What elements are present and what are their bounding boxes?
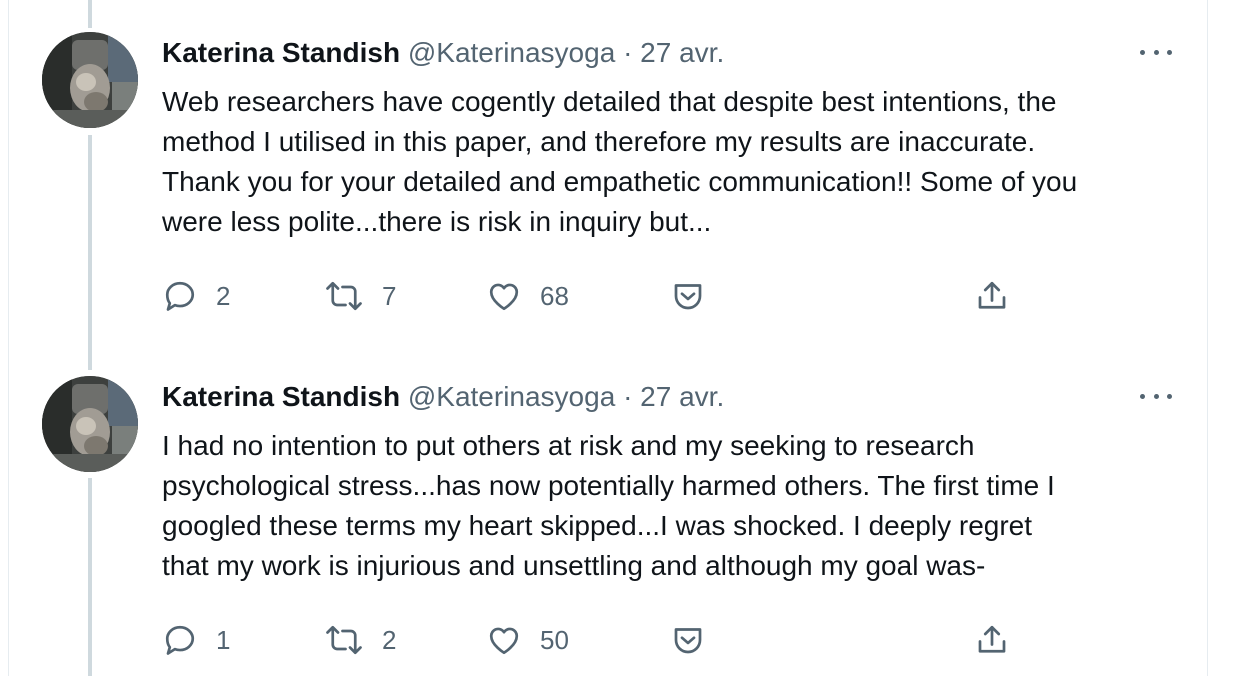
tweet-date[interactable]: 27 avr. xyxy=(640,381,724,412)
retweet-icon xyxy=(326,625,362,655)
reply-count: 2 xyxy=(216,280,231,311)
tweet-text: Web researchers have cogently detailed t… xyxy=(162,82,1192,242)
header-separator: · xyxy=(623,37,633,68)
more-icon[interactable] xyxy=(1140,40,1172,64)
more-icon[interactable] xyxy=(1140,384,1172,408)
tweet-text: I had no intention to put others at risk… xyxy=(162,426,1192,586)
tweet-text-line: method I utilised in this paper, and the… xyxy=(162,126,1036,157)
avatar[interactable] xyxy=(42,32,138,128)
tweet-header: Katerina Standish @Katerinasyoga · 27 av… xyxy=(162,380,724,414)
tweet-actions: 2 7 68 xyxy=(0,278,1236,318)
reply-icon xyxy=(165,281,195,311)
like-count: 50 xyxy=(540,624,569,655)
retweet-count: 2 xyxy=(382,624,397,655)
retweet-icon xyxy=(326,281,362,311)
share-button[interactable] xyxy=(974,278,1010,314)
reply-count: 1 xyxy=(216,624,231,655)
like-count: 68 xyxy=(540,280,569,311)
share-icon xyxy=(978,625,1006,653)
tweet[interactable]: Katerina Standish @Katerinasyoga · 27 av… xyxy=(0,344,1236,688)
reply-button[interactable]: 2 xyxy=(162,278,230,314)
tweet-header: Katerina Standish @Katerinasyoga · 27 av… xyxy=(162,36,724,70)
tip-button[interactable] xyxy=(670,278,706,314)
heart-icon xyxy=(489,627,519,655)
tweet[interactable]: Katerina Standish @Katerinasyoga · 27 av… xyxy=(0,0,1236,344)
tweet-text-line: Thank you for your detailed and empathet… xyxy=(162,166,1078,197)
tweet-text-line: googled these terms my heart skipped...I… xyxy=(162,510,1033,541)
tweet-text-line: were less polite...there is risk in inqu… xyxy=(162,206,712,237)
author-name[interactable]: Katerina Standish xyxy=(162,37,400,68)
tweet-text-line: psychological stress...has now potential… xyxy=(162,470,1055,501)
tip-button[interactable] xyxy=(670,622,706,658)
tweet-text-line: Web researchers have cogently detailed t… xyxy=(162,86,1057,117)
retweet-count: 7 xyxy=(382,280,397,311)
header-separator: · xyxy=(623,381,633,412)
like-button[interactable]: 68 xyxy=(486,278,569,314)
share-button[interactable] xyxy=(974,622,1010,658)
tip-icon xyxy=(674,284,702,310)
retweet-button[interactable]: 7 xyxy=(324,278,396,314)
tip-icon xyxy=(674,628,702,654)
author-name[interactable]: Katerina Standish xyxy=(162,381,400,412)
share-icon xyxy=(978,281,1006,309)
author-handle[interactable]: @Katerinasyoga xyxy=(408,37,615,68)
author-handle[interactable]: @Katerinasyoga xyxy=(408,381,615,412)
like-button[interactable]: 50 xyxy=(486,622,569,658)
reply-icon xyxy=(165,625,195,655)
tweet-actions: 1 2 50 xyxy=(0,622,1236,662)
tweet-text-line: I had no intention to put others at risk… xyxy=(162,430,975,461)
tweet-text-line: that my work is injurious and unsettling… xyxy=(162,550,986,581)
tweet-date[interactable]: 27 avr. xyxy=(640,37,724,68)
reply-button[interactable]: 1 xyxy=(162,622,230,658)
heart-icon xyxy=(489,283,519,311)
avatar[interactable] xyxy=(42,376,138,472)
retweet-button[interactable]: 2 xyxy=(324,622,396,658)
